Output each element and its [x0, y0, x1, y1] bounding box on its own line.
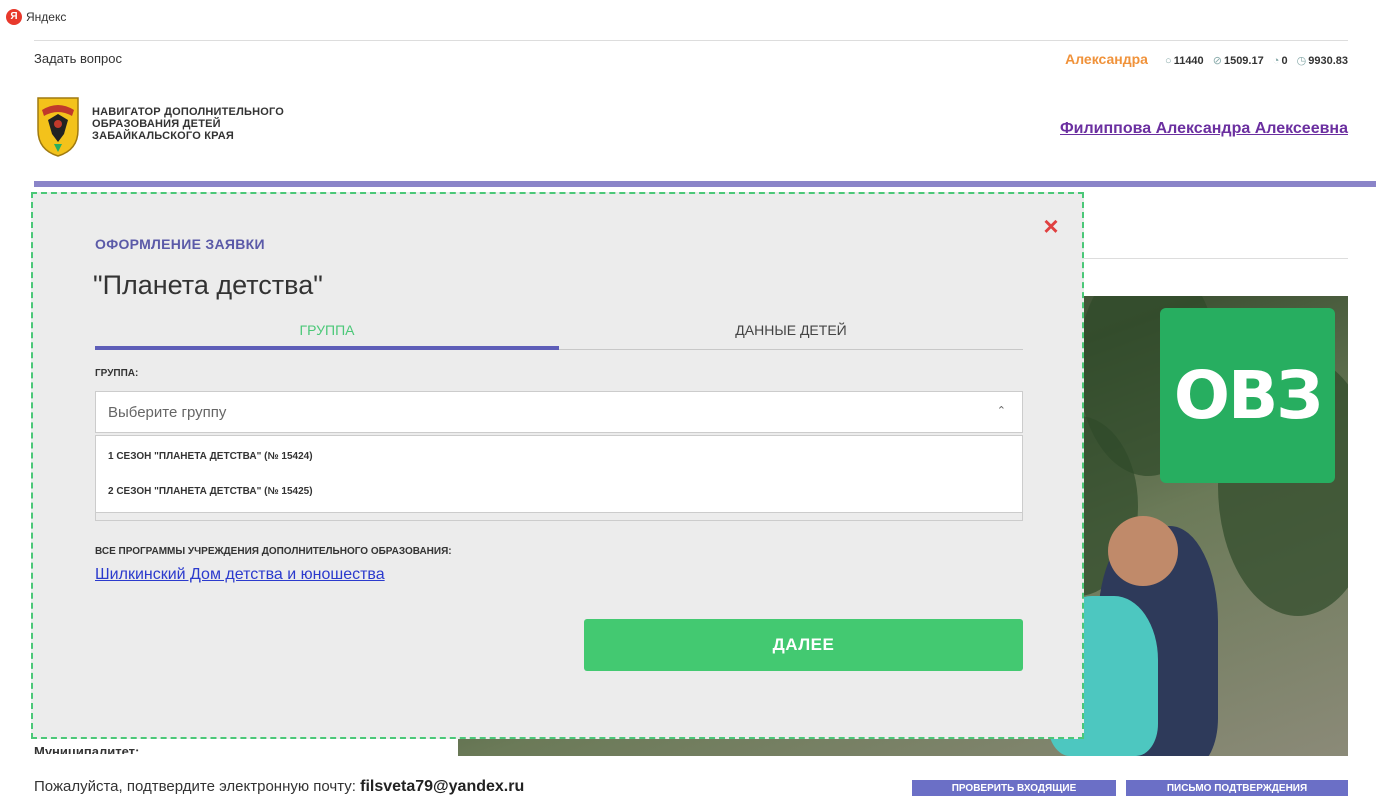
group-select-placeholder: Выберите группу [108, 404, 227, 421]
tab-group[interactable]: ГРУППА [95, 320, 559, 350]
user-stats: Александра ○ 11440 ⊘ 1509.17 ◔ 0 ◷ 9930.83 [1065, 51, 1348, 67]
stat-balance: ◷ 9930.83 [1297, 55, 1348, 67]
modal-title: "Планета детства" [93, 270, 323, 300]
crest-logo-icon[interactable] [34, 94, 82, 158]
stat-value: 9930.83 [1308, 55, 1348, 67]
page: Я Яндекс Задать вопрос Александра ○ 11440… [0, 0, 1376, 796]
stat-value: 11440 [1173, 55, 1204, 67]
stat-certificate: ○ 11440 [1165, 55, 1204, 67]
group-select[interactable]: Выберите группу ⌃ [95, 391, 1023, 433]
site-title-line: ОБРАЗОВАНИЯ ДЕТЕЙ [92, 118, 221, 130]
header-divider [34, 181, 1376, 187]
ask-question-link[interactable]: Задать вопрос [34, 51, 122, 66]
group-label: ГРУППА: [95, 368, 139, 379]
group-option[interactable]: 2 СЕЗОН "ПЛАНЕТА ДЕТСТВА" (№ 15425) [96, 475, 1022, 509]
municipality-label: Муниципалитет: [34, 744, 140, 754]
confirm-email-text: Пожалуйста, подтвердите электронную почт… [34, 778, 524, 796]
select-underlay [95, 513, 1023, 521]
group-dropdown: 1 СЕЗОН "ПЛАНЕТА ДЕТСТВА" (№ 15424) 2 СЕ… [95, 435, 1023, 513]
stat-value: 0 [1281, 55, 1288, 67]
site-title[interactable]: НАВИГАТОР ДОПОЛНИТЕЛЬНОГО ОБРАЗОВАНИЯ ДЕ… [92, 106, 284, 142]
site-title-line: ЗАБАЙКАЛЬСКОГО КРАЯ [92, 130, 234, 142]
group-option[interactable]: 1 СЕЗОН "ПЛАНЕТА ДЕТСТВА" (№ 15424) [96, 440, 1022, 474]
email-address: filsveta79@yandex.ru [360, 778, 525, 795]
modal-kicker: ОФОРМЛЕНИЕ ЗАЯВКИ [95, 236, 265, 252]
ovz-badge: ОВЗ [1160, 308, 1335, 483]
site-title-line: НАВИГАТОР ДОПОЛНИТЕЛЬНОГО [92, 106, 285, 118]
circle-icon: ○ [1165, 55, 1172, 67]
organization-link[interactable]: Шилкинский Дом детства и юношества [95, 566, 385, 584]
tab-children-data[interactable]: ДАННЫЕ ДЕТЕЙ [559, 320, 1023, 350]
confirmation-letter-button[interactable]: ПИСЬМО ПОДТВЕРЖДЕНИЯ [1126, 780, 1348, 796]
check-inbox-button[interactable]: ПРОВЕРИТЬ ВХОДЯЩИЕ [912, 780, 1116, 796]
content-divider [1084, 258, 1348, 259]
next-button[interactable]: ДАЛЕЕ [584, 619, 1023, 671]
confirm-prompt: Пожалуйста, подтвердите электронную почт… [34, 778, 361, 795]
stat-used: ⊘ 1509.17 [1213, 55, 1264, 67]
stat-value: 1509.17 [1223, 55, 1264, 67]
clock-icon: ◷ [1296, 55, 1307, 67]
site-header: НАВИГАТОР ДОПОЛНИТЕЛЬНОГО ОБРАЗОВАНИЯ ДЕ… [34, 94, 1348, 164]
browser-title: Яндекс [26, 10, 67, 24]
refresh-icon: ◔ [1272, 55, 1280, 67]
profile-link[interactable]: Филиппова Александра Алексеевна [1060, 120, 1348, 138]
browser-bar: Я Яндекс [0, 0, 1376, 38]
modal-tabs: ГРУППА ДАННЫЕ ДЕТЕЙ [95, 320, 1023, 350]
email-confirm-bar: Пожалуйста, подтвердите электронную почт… [0, 756, 1376, 796]
top-bar: Задать вопрос Александра ○ 11440 ⊘ 1509.17… [34, 40, 1348, 76]
slash-circle-icon: ⊘ [1212, 55, 1222, 67]
close-icon[interactable]: × [1039, 213, 1063, 239]
stat-reserved: ◔ 0 [1273, 55, 1288, 67]
application-modal: × ОФОРМЛЕНИЕ ЗАЯВКИ "Планета детства" ГР… [31, 192, 1084, 739]
chevron-up-icon: ⌃ [996, 405, 1006, 417]
all-programs-label: ВСЕ ПРОГРАММЫ УЧРЕЖДЕНИЯ ДОПОЛНИТЕЛЬНОГО… [95, 546, 452, 557]
yandex-logo-icon: Я [6, 9, 22, 25]
user-name[interactable]: Александра [1065, 51, 1148, 67]
